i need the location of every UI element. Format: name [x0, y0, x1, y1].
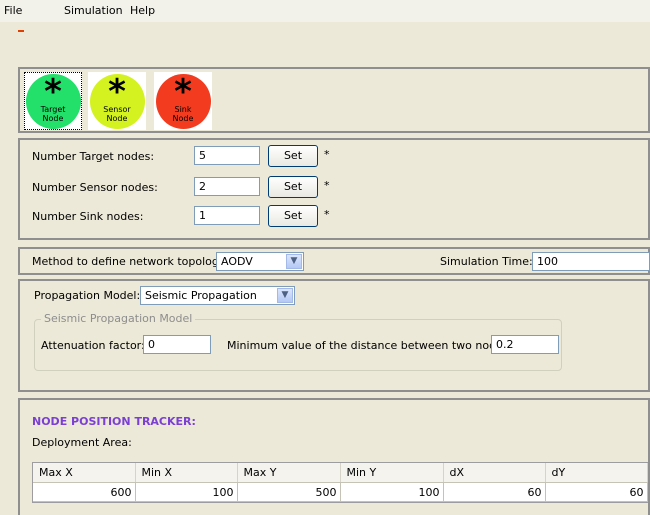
chevron-down-icon[interactable]: ▼: [286, 254, 302, 269]
seismic-model-group: Seismic Propagation Model Attenuation fa…: [34, 312, 562, 371]
target-count-label: Number Target nodes:: [32, 150, 155, 163]
topology-label: Method to define network topology:: [32, 255, 229, 268]
target-set-button[interactable]: Set: [268, 145, 318, 167]
sensor-node-label-line1: Sensor: [103, 104, 131, 114]
column-header[interactable]: Min X: [135, 463, 238, 483]
propagation-model-value: Seismic Propagation: [145, 289, 257, 302]
menu-help[interactable]: Help: [130, 4, 155, 17]
deployment-area-label: Deployment Area:: [32, 436, 132, 449]
propagation-panel: Propagation Model: Seismic Propagation ▼…: [18, 279, 650, 392]
column-header[interactable]: Max Y: [237, 463, 341, 483]
column-header[interactable]: Max X: [33, 463, 136, 483]
sensor-node-icon: * Sensor Node: [89, 73, 145, 129]
deployment-area-table: Max X Min X Max Y Min Y dX dY 600 100 50…: [33, 463, 648, 502]
table-cell[interactable]: 500: [237, 482, 341, 502]
table-header-row: Max X Min X Max Y Min Y dX dY: [33, 463, 648, 483]
sensor-set-button[interactable]: Set: [268, 176, 318, 198]
sink-set-button[interactable]: Set: [268, 205, 318, 227]
min-distance-label: Minimum value of the distance between tw…: [227, 339, 513, 352]
column-header[interactable]: dX: [443, 463, 546, 483]
propagation-model-select[interactable]: Seismic Propagation ▼: [140, 286, 295, 305]
attenuation-factor-label: Attenuation factor:: [41, 339, 145, 352]
tracker-title: NODE POSITION TRACKER:: [32, 415, 196, 428]
simulation-time-label: Simulation Time:: [440, 255, 533, 268]
target-count-input[interactable]: 5: [194, 146, 260, 165]
topology-select-value: AODV: [221, 255, 253, 268]
target-required-mark: *: [324, 148, 330, 161]
sensor-node-button[interactable]: * Sensor Node: [88, 72, 146, 130]
simulation-time-input[interactable]: 100: [532, 252, 650, 271]
table-cell[interactable]: 600: [33, 482, 136, 502]
sink-node-icon: * Sink Node: [155, 73, 211, 129]
column-header[interactable]: dY: [545, 463, 648, 483]
sink-node-button[interactable]: * Sink Node: [154, 72, 212, 130]
chevron-down-icon[interactable]: ▼: [277, 288, 293, 303]
sink-count-label: Number Sink nodes:: [32, 210, 144, 223]
table-row: 600 100 500 100 60 60: [33, 482, 648, 502]
sink-required-mark: *: [324, 208, 330, 221]
sink-node-label-line2: Node: [172, 113, 194, 123]
node-position-tracker-panel: NODE POSITION TRACKER: Deployment Area: …: [18, 398, 650, 515]
sensor-node-label-line2: Node: [106, 113, 128, 123]
menu-bar: File Simulation Help: [0, 0, 650, 22]
table-cell[interactable]: 60: [545, 482, 648, 502]
target-node-label-line2: Node: [42, 113, 64, 123]
deployment-area-table-container: Max X Min X Max Y Min Y dX dY 600 100 50…: [32, 462, 648, 503]
dash-marker: [18, 30, 24, 32]
topology-select[interactable]: AODV ▼: [216, 252, 304, 271]
target-node-label-line1: Target: [40, 104, 66, 114]
node-palette-panel: * Target Node * Sensor Node * Sink Node: [18, 67, 650, 133]
column-header[interactable]: Min Y: [340, 463, 444, 483]
min-distance-input[interactable]: 0.2: [491, 335, 559, 354]
sensor-required-mark: *: [324, 179, 330, 192]
table-cell[interactable]: 60: [443, 482, 546, 502]
seismic-model-group-title: Seismic Propagation Model: [41, 312, 196, 325]
topology-panel: Method to define network topology: AODV …: [18, 247, 650, 275]
sink-count-input[interactable]: 1: [194, 206, 260, 225]
table-cell[interactable]: 100: [340, 482, 444, 502]
menu-simulation[interactable]: Simulation: [64, 4, 123, 17]
table-cell[interactable]: 100: [135, 482, 238, 502]
target-node-icon: * Target Node: [25, 73, 81, 129]
node-counts-panel: Number Target nodes: 5 Set * Number Sens…: [18, 138, 650, 240]
attenuation-factor-input[interactable]: 0: [143, 335, 211, 354]
propagation-model-label: Propagation Model:: [34, 289, 141, 302]
sensor-count-label: Number Sensor nodes:: [32, 181, 158, 194]
sink-node-label-line1: Sink: [174, 104, 192, 114]
target-node-button[interactable]: * Target Node: [24, 72, 82, 130]
menu-file[interactable]: File: [4, 4, 22, 17]
sensor-count-input[interactable]: 2: [194, 177, 260, 196]
